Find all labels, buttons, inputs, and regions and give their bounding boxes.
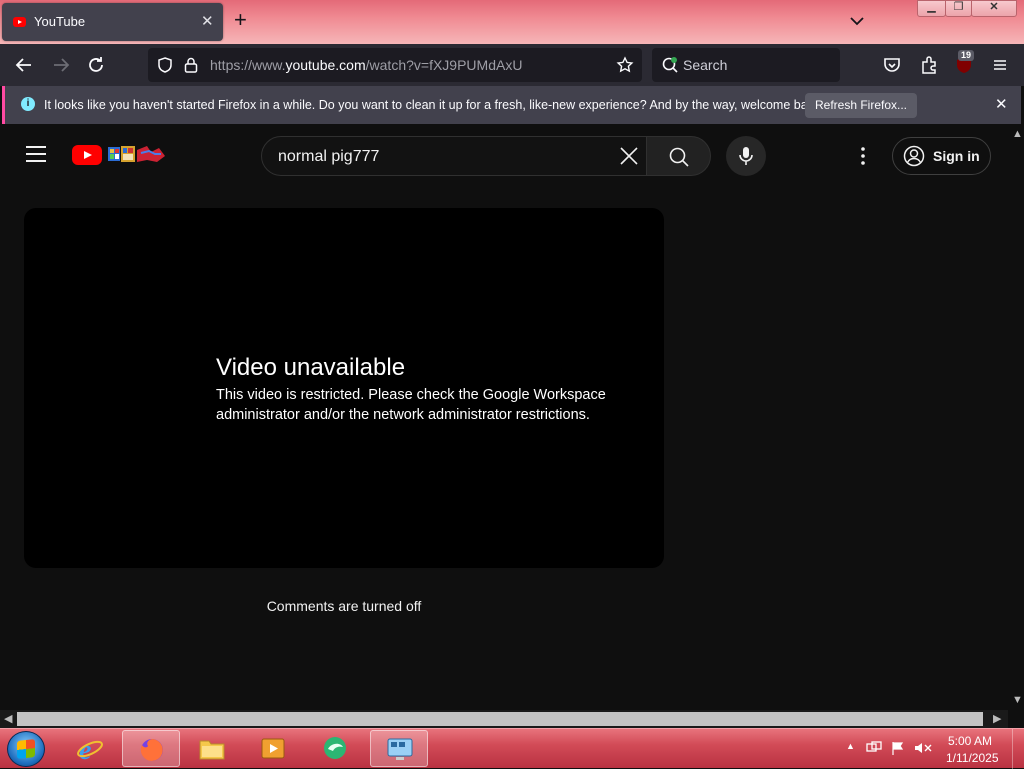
restore-icon: ❐ (953, 1, 964, 13)
volume-muted-icon[interactable] (914, 741, 932, 755)
taskbar-remote-desktop[interactable] (370, 730, 428, 767)
guide-menu-button[interactable] (26, 146, 46, 162)
extensions-icon[interactable] (918, 54, 940, 76)
remote-desktop-icon (387, 738, 413, 760)
url-text[interactable]: https://www.youtube.com/watch?v=fXJ9PUMd… (210, 57, 522, 73)
reload-icon[interactable] (85, 54, 107, 76)
scrollbar-corner (1008, 710, 1024, 728)
scroll-right-arrow-icon[interactable]: ▶ (993, 712, 1001, 725)
notification-close-button[interactable]: ✕ (995, 95, 1008, 113)
close-window-button[interactable]: ✕ (971, 0, 1017, 17)
youtube-logo-icon[interactable] (72, 145, 102, 165)
clock-time[interactable]: 5:00 AM (948, 734, 992, 748)
youtube-search-button[interactable] (646, 136, 711, 176)
messenger-icon (324, 737, 346, 759)
browser-search-placeholder: Search (683, 57, 728, 73)
minimize-icon: ▁ (927, 1, 936, 13)
notification-bar: i It looks like you haven't started Fire… (2, 86, 1021, 124)
info-icon: i (21, 97, 35, 111)
refresh-firefox-button[interactable]: Refresh Firefox... (805, 93, 917, 118)
browser-search-bar[interactable]: Search (652, 48, 840, 82)
horizontal-scrollbar[interactable]: ◀ ▶ (0, 710, 1008, 728)
error-title: Video unavailable (216, 354, 406, 381)
url-path: /watch?v=fXJ9PUMdAxU (365, 57, 523, 73)
account-circle-icon (903, 145, 925, 167)
forward-arrow-icon[interactable] (50, 54, 72, 76)
bookmark-star-icon[interactable] (616, 56, 634, 74)
tab-title: YouTube (34, 14, 86, 29)
firefox-icon (140, 739, 163, 761)
clear-search-icon[interactable] (618, 145, 640, 167)
url-domain: youtube.com (285, 57, 366, 73)
youtube-favicon-icon (13, 17, 26, 27)
show-desktop-button[interactable] (1012, 729, 1024, 769)
comments-status: Comments are turned off (266, 598, 422, 614)
media-player-icon (261, 738, 285, 759)
error-message: This video is restricted. Please check t… (216, 387, 606, 423)
start-button[interactable] (7, 731, 45, 767)
minimize-button[interactable]: ▁ (917, 0, 946, 17)
youtube-doodle-logo[interactable] (108, 144, 170, 164)
youtube-search-box[interactable]: normal pig777 (261, 136, 647, 176)
nav-bar: https://www.youtube.com/watch?v=fXJ9PUMd… (0, 44, 1024, 86)
sign-in-button[interactable]: Sign in (892, 137, 991, 175)
scroll-down-arrow-icon[interactable]: ▼ (1012, 694, 1023, 706)
taskbar-file-explorer[interactable] (183, 730, 241, 767)
internet-explorer-icon: e (77, 735, 103, 762)
pocket-icon[interactable] (881, 54, 903, 76)
taskbar-messenger[interactable] (306, 730, 364, 767)
lock-icon[interactable] (183, 56, 199, 74)
scroll-up-arrow-icon[interactable]: ▲ (1012, 128, 1023, 140)
chevron-down-icon[interactable] (848, 12, 866, 30)
taskbar-firefox[interactable] (122, 730, 180, 767)
scroll-left-arrow-icon[interactable]: ◀ (4, 712, 12, 725)
url-bar[interactable]: https://www.youtube.com/watch?v=fXJ9PUMd… (148, 48, 642, 82)
video-player[interactable]: Video unavailable This video is restrict… (24, 208, 664, 568)
taskbar-internet-explorer[interactable]: e (61, 730, 119, 767)
microphone-icon (739, 147, 753, 165)
network-icon[interactable] (866, 741, 882, 755)
close-icon: ✕ (989, 1, 999, 13)
tab-youtube[interactable]: YouTube ✕ (2, 3, 223, 41)
voice-search-button[interactable] (726, 136, 766, 176)
sign-in-label: Sign in (933, 148, 980, 164)
new-tab-button[interactable]: + (234, 9, 247, 31)
clock-date[interactable]: 1/11/2025 (946, 751, 999, 765)
more-options-icon[interactable] (858, 146, 868, 166)
url-prefix: https://www. (210, 57, 286, 73)
horizontal-scroll-thumb[interactable] (17, 712, 983, 726)
action-center-flag-icon[interactable] (891, 741, 905, 755)
taskbar: e ▲ 5:00 AM 1/11/2025 (0, 728, 1024, 769)
restore-button[interactable]: ❐ (945, 0, 972, 17)
taskbar-media-player[interactable] (244, 730, 302, 767)
vertical-scrollbar[interactable]: ▲ ▼ (1008, 124, 1024, 710)
tab-close-button[interactable]: ✕ (201, 12, 214, 30)
shield-icon[interactable] (156, 56, 174, 74)
notification-text: It looks like you haven't started Firefo… (44, 98, 824, 112)
hamburger-menu-icon[interactable] (989, 54, 1011, 76)
tray-expand-icon[interactable]: ▲ (846, 741, 855, 751)
folder-icon (199, 740, 225, 760)
search-engine-icon (662, 57, 678, 73)
search-icon (669, 147, 689, 167)
search-query-text[interactable]: normal pig777 (278, 148, 379, 166)
windows-logo-icon (17, 739, 35, 759)
extension-badge: 19 (958, 50, 975, 61)
title-bar: YouTube ✕ + ▁ ❐ ✕ (0, 0, 1024, 44)
back-arrow-icon[interactable] (13, 54, 35, 76)
youtube-page: normal pig777 Sign in Video unavailable … (0, 124, 1008, 710)
